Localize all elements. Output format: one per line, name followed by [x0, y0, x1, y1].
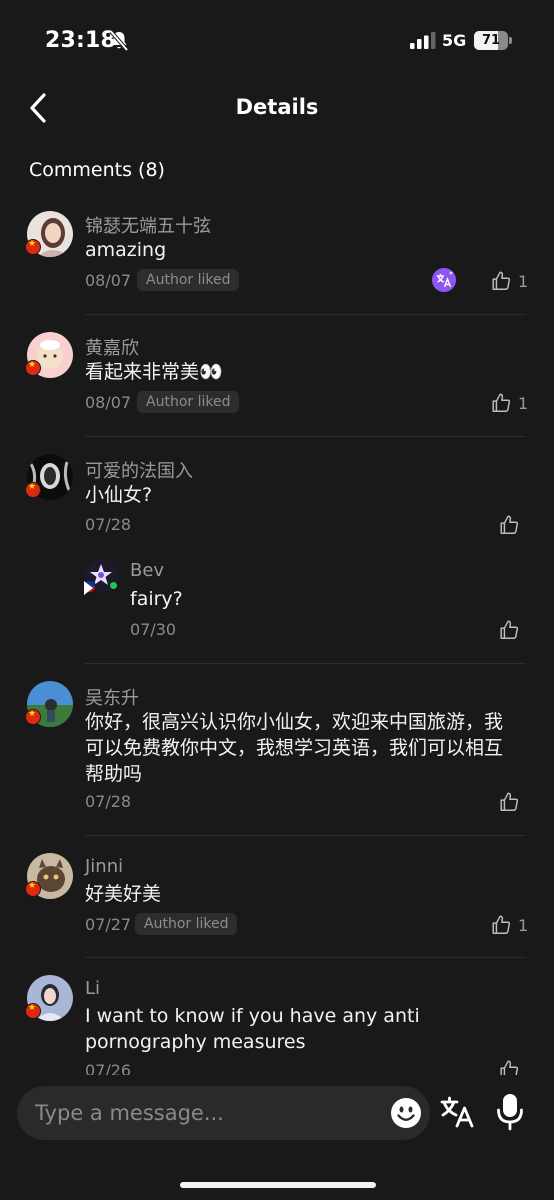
comment-item: 锦瑟无端五十弦 amazing 08/07 Author liked 1 [0, 200, 554, 315]
avatar[interactable] [25, 853, 75, 901]
author-liked-badge: Author liked [135, 913, 238, 935]
thumbs-up-icon [492, 915, 511, 934]
online-status-dot [109, 581, 118, 590]
signal-icon [410, 32, 436, 49]
china-flag-icon [25, 482, 41, 498]
comment-item: 可爱的法国入 小仙女? 07/28 Bev fairy? 07/30 [0, 437, 554, 664]
china-flag-icon [25, 360, 41, 376]
like-count: 1 [518, 915, 529, 935]
comment-date: 08/07 [85, 271, 132, 290]
comment-date: 07/26 [85, 1061, 132, 1075]
comment-date: 07/28 [85, 515, 132, 534]
comment-text: 你好，很高兴认识你小仙女，欢迎来中国旅游，我可以免费教你中文，我想学习英语，我们… [85, 711, 504, 785]
like-button[interactable] [498, 618, 526, 642]
thumbs-up-icon [500, 1060, 519, 1075]
home-indicator[interactable] [180, 1182, 376, 1188]
comment-text: 好美好美 [85, 883, 162, 905]
avatar[interactable] [25, 454, 75, 502]
like-button[interactable]: 1 [490, 269, 528, 293]
avatar[interactable] [25, 681, 75, 729]
like-button[interactable]: 1 [490, 913, 528, 937]
comment-item: 吴东升 你好，很高兴认识你小仙女，欢迎来中国旅游，我可以免费教你中文，我想学习英… [0, 664, 554, 836]
translate-icon[interactable] [440, 1095, 476, 1129]
like-count: 1 [518, 271, 529, 291]
avatar[interactable] [83, 559, 120, 595]
microphone-icon[interactable] [496, 1093, 524, 1131]
comments-heading: Comments (8) [29, 159, 165, 181]
message-input-bar [17, 1086, 430, 1140]
thumbs-up-icon [500, 792, 519, 811]
status-time: 23:18 [45, 28, 117, 53]
message-input[interactable] [35, 1086, 375, 1140]
like-count: 1 [518, 393, 529, 413]
like-button[interactable] [498, 1058, 526, 1075]
comment-date: 08/07 [85, 393, 132, 412]
like-button[interactable] [498, 513, 526, 537]
china-flag-icon [25, 709, 41, 725]
battery-level: 71 [481, 33, 501, 48]
details-screen: 23:18 5G 71 Details Comments (8) ★ 锦瑟无端五… [0, 0, 554, 1200]
comment-username[interactable]: Li [85, 978, 100, 999]
bell-slash-icon [109, 30, 129, 52]
comment-text: I want to know if you have any anti porn… [85, 1005, 420, 1053]
china-flag-icon [25, 1003, 41, 1019]
comment-text: 看起来非常美👀 [85, 361, 223, 383]
reply-date: 07/30 [130, 620, 177, 639]
avatar[interactable] [25, 211, 75, 259]
battery-indicator: 71 [474, 31, 512, 50]
china-flag-icon [25, 239, 41, 255]
page-title: Details [235, 95, 319, 119]
comment-text: 小仙女? [85, 484, 153, 506]
china-flag-icon [25, 881, 41, 897]
philippines-flag-icon [83, 580, 96, 595]
smiley-icon[interactable] [390, 1097, 422, 1129]
comment-username[interactable]: 黄嘉欣 [85, 334, 139, 360]
comment-list[interactable]: 锦瑟无端五十弦 amazing 08/07 Author liked 1 黄嘉欣 [0, 200, 554, 1075]
avatar[interactable] [25, 332, 75, 380]
comment-item: Jinni 好美好美 07/27 Author liked 1 [0, 836, 554, 958]
author-liked-badge: Author liked [137, 269, 240, 291]
like-button[interactable]: 1 [490, 391, 528, 415]
comment-date: 07/27 [85, 915, 132, 934]
reply-text: fairy? [130, 588, 183, 610]
thumbs-up-icon [500, 620, 519, 639]
author-liked-badge: Author liked [137, 391, 240, 413]
translate-icon[interactable] [432, 268, 456, 292]
comment-username[interactable]: 吴东升 [85, 684, 139, 710]
comment-item: 黄嘉欣 看起来非常美👀 08/07 Author liked 1 [0, 315, 554, 437]
thumbs-up-icon [500, 515, 519, 534]
comment-item: Li I want to know if you have any anti p… [0, 958, 554, 1075]
network-type: 5G [442, 31, 467, 50]
status-bar: 23:18 5G 71 [0, 0, 554, 84]
comment-username[interactable]: 可爱的法国入 [85, 457, 193, 483]
thumbs-up-icon [492, 393, 511, 412]
reply-username[interactable]: Bev [130, 560, 164, 581]
like-button[interactable] [498, 790, 526, 814]
reply-item: Bev fairy? 07/30 [0, 557, 554, 657]
avatar[interactable] [25, 975, 75, 1023]
thumbs-up-icon [492, 271, 511, 290]
comment-date: 07/28 [85, 792, 132, 811]
comment-text: amazing [85, 239, 167, 261]
comment-username[interactable]: 锦瑟无端五十弦 [85, 212, 211, 238]
comment-username[interactable]: Jinni [85, 856, 123, 877]
